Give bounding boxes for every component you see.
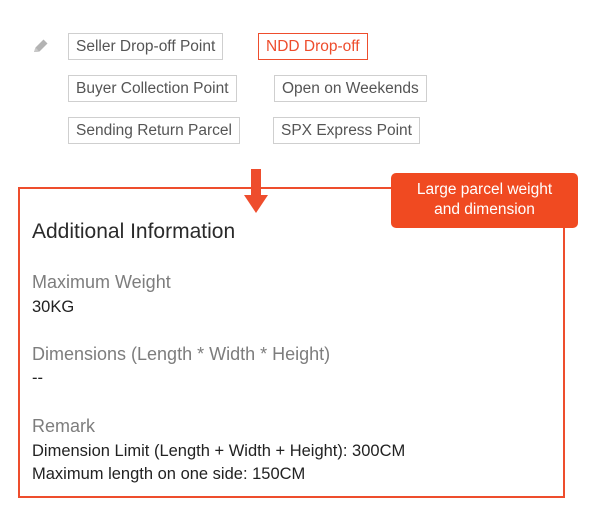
tag-sending-return-parcel[interactable]: Sending Return Parcel	[68, 117, 240, 144]
callout-badge: Large parcel weight and dimension	[391, 173, 578, 228]
down-arrow-icon	[244, 169, 268, 213]
dimensions-label: Dimensions (Length * Width * Height)	[32, 344, 331, 364]
remark-line-1: Dimension Limit (Length + Width + Height…	[32, 442, 406, 460]
callout-line-1: Large parcel weight	[416, 181, 553, 198]
tag-open-on-weekends[interactable]: Open on Weekends	[274, 75, 427, 102]
tag-buyer-collection-point[interactable]: Buyer Collection Point	[68, 75, 237, 102]
section-title: Additional Information	[32, 220, 236, 243]
tag-seller-drop-off-point[interactable]: Seller Drop-off Point	[68, 33, 224, 60]
max-weight-label: Maximum Weight	[32, 272, 171, 292]
tag-spx-express-point[interactable]: SPX Express Point	[273, 117, 420, 144]
page: Seller Drop-off Point NDD Drop-off Buyer…	[0, 0, 615, 523]
max-weight-value: 30KG	[32, 298, 75, 316]
dimensions-value: --	[32, 369, 43, 387]
pencil-icon[interactable]	[31, 37, 51, 55]
remark-label: Remark	[32, 416, 96, 436]
remark-line-2: Maximum length on one side: 150CM	[32, 465, 306, 483]
tag-ndd-drop-off[interactable]: NDD Drop-off	[258, 33, 368, 60]
callout-line-2: and dimension	[434, 201, 535, 218]
